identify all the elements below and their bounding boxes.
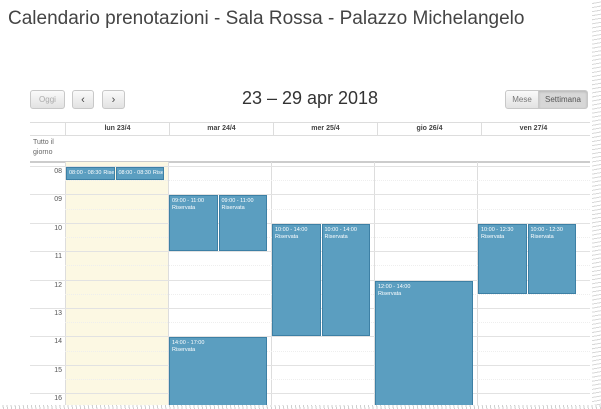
chevron-left-icon: ‹: [81, 93, 85, 106]
hour-gridline: [30, 364, 590, 366]
hour-gridline: [30, 336, 590, 338]
calendar-event[interactable]: 09:00 - 11:00 Riservata: [169, 195, 218, 252]
event-time: 10:00 - 14:00: [324, 226, 357, 233]
day-header: gio 26/4: [377, 123, 481, 135]
day-header-row: lun 23/4 mar 24/4 mer 25/4 gio 26/4 ven …: [30, 122, 590, 136]
half-hour-gridline: [65, 379, 590, 380]
chevron-right-icon: ›: [111, 93, 116, 106]
event-time: 14:00 - 17:00: [172, 340, 205, 347]
half-hour-gridline: [65, 350, 590, 352]
half-hour-gridline: [65, 208, 590, 210]
today-button[interactable]: Oggi: [30, 90, 65, 109]
hour-gridline: [30, 393, 590, 395]
event-time: 09:00 - 11:00: [172, 198, 205, 205]
calendar-event[interactable]: 08:00 - 08:30Riservat: [115, 167, 164, 181]
event-title: Riservata: [221, 205, 245, 212]
page-title: Calendario prenotazioni - Sala Rossa - P…: [8, 8, 525, 29]
event-time: 10:00 - 12:30: [481, 226, 514, 233]
event-title: Riservat: [103, 170, 115, 176]
time-grid[interactable]: 08091011121314151608:00 - 08:30Riservat0…: [30, 162, 590, 409]
hour-label: 15: [54, 366, 62, 374]
week-range-title: 23 – 29 apr 2018: [241, 88, 379, 108]
day-header: ven 27/4: [481, 123, 585, 135]
hour-label: 12: [54, 281, 62, 289]
event-time: 10:00 - 12:30: [530, 226, 563, 233]
torn-edge-right: [592, 0, 601, 409]
event-title: Riservata: [324, 233, 348, 240]
calendar-event[interactable]: 10:00 - 14:00 Riservata: [321, 223, 370, 337]
event-title: Riservata: [530, 233, 554, 240]
next-week-button[interactable]: ›: [102, 90, 125, 109]
hour-label: 11: [54, 253, 62, 261]
event-title: Riservata: [172, 205, 196, 212]
event-title: Riservata: [172, 347, 196, 354]
hour-label: 10: [54, 224, 62, 232]
torn-edge-bottom: [0, 405, 601, 409]
calendar-event[interactable]: 09:00 - 11:00 Riservata: [218, 195, 267, 252]
hour-label: 14: [54, 338, 62, 346]
hour-label: 16: [54, 395, 62, 403]
month-view-button[interactable]: Mese: [505, 90, 539, 109]
calendar-event[interactable]: 08:00 - 08:30Riservat: [66, 167, 115, 181]
event-time: 10:00 - 14:00: [275, 226, 308, 233]
event-time: 12:00 - 14:00: [378, 283, 411, 290]
event-title: Riservata: [481, 233, 505, 240]
calendar-event[interactable]: 10:00 - 14:00 Riservata: [272, 223, 321, 337]
hour-label: 08: [54, 168, 62, 175]
day-header: mer 25/4: [273, 123, 377, 135]
all-day-label: Tutto il giorno: [33, 139, 54, 156]
event-time: 09:00 - 11:00: [221, 198, 254, 205]
calendar-event[interactable]: 12:00 - 14:00 Riservata: [375, 280, 473, 409]
event-title: Riservat: [152, 170, 164, 176]
day-header: lun 23/4: [65, 123, 169, 135]
calendar-event[interactable]: 10:00 - 12:30 Riservata: [478, 223, 527, 294]
week-view-button[interactable]: Settimana: [538, 90, 588, 109]
all-day-row[interactable]: Tutto il giorno: [30, 135, 590, 163]
calendar-event[interactable]: 14:00 - 17:00 Riservata: [169, 337, 267, 409]
half-hour-gridline: [65, 180, 590, 182]
event-time: 08:00 - 08:30: [118, 170, 151, 176]
day-header: mar 24/4: [169, 123, 273, 135]
prev-week-button[interactable]: ‹: [72, 90, 94, 109]
event-title: Riservata: [378, 290, 402, 297]
day-column[interactable]: [65, 162, 169, 409]
hour-label: 09: [54, 196, 62, 204]
header-gutter: [30, 123, 65, 135]
calendar-event[interactable]: 10:00 - 12:30 Riservata: [527, 223, 576, 294]
event-title: Riservata: [275, 233, 299, 240]
hour-label: 13: [54, 310, 62, 317]
hour-gridline: [30, 194, 590, 196]
event-time: 08:00 - 08:30: [69, 170, 102, 176]
